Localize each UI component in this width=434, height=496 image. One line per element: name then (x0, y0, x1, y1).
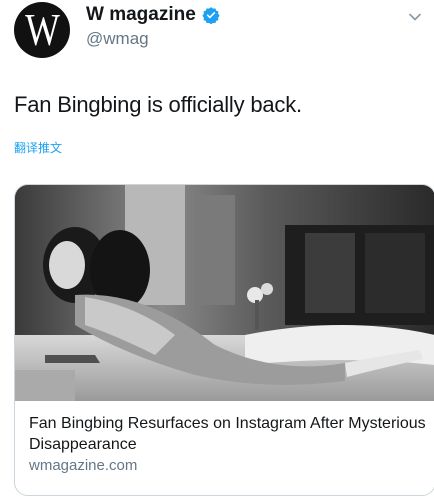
verified-badge-icon (202, 7, 220, 24)
avatar[interactable]: W (14, 2, 70, 58)
card-image[interactable] (15, 185, 434, 401)
handle[interactable]: @wmag (86, 29, 149, 49)
translate-tweet-link[interactable]: 翻译推文 (14, 139, 62, 156)
author-name-row[interactable]: W magazine (86, 4, 220, 26)
avatar-logo: W (25, 4, 60, 55)
chevron-down-icon[interactable] (408, 10, 422, 24)
card-title[interactable]: Fan Bingbing Resurfaces on Instagram Aft… (29, 413, 429, 455)
tweet[interactable]: W W magazine @wmag Fan Bingbing is offic… (0, 0, 434, 496)
tweet-text: Fan Bingbing is officially back. (14, 92, 302, 117)
link-card[interactable]: Fan Bingbing Resurfaces on Instagram Aft… (14, 184, 434, 496)
card-photo (15, 185, 434, 401)
display-name[interactable]: W magazine (86, 4, 196, 26)
card-domain: wmagazine.com (29, 457, 138, 474)
